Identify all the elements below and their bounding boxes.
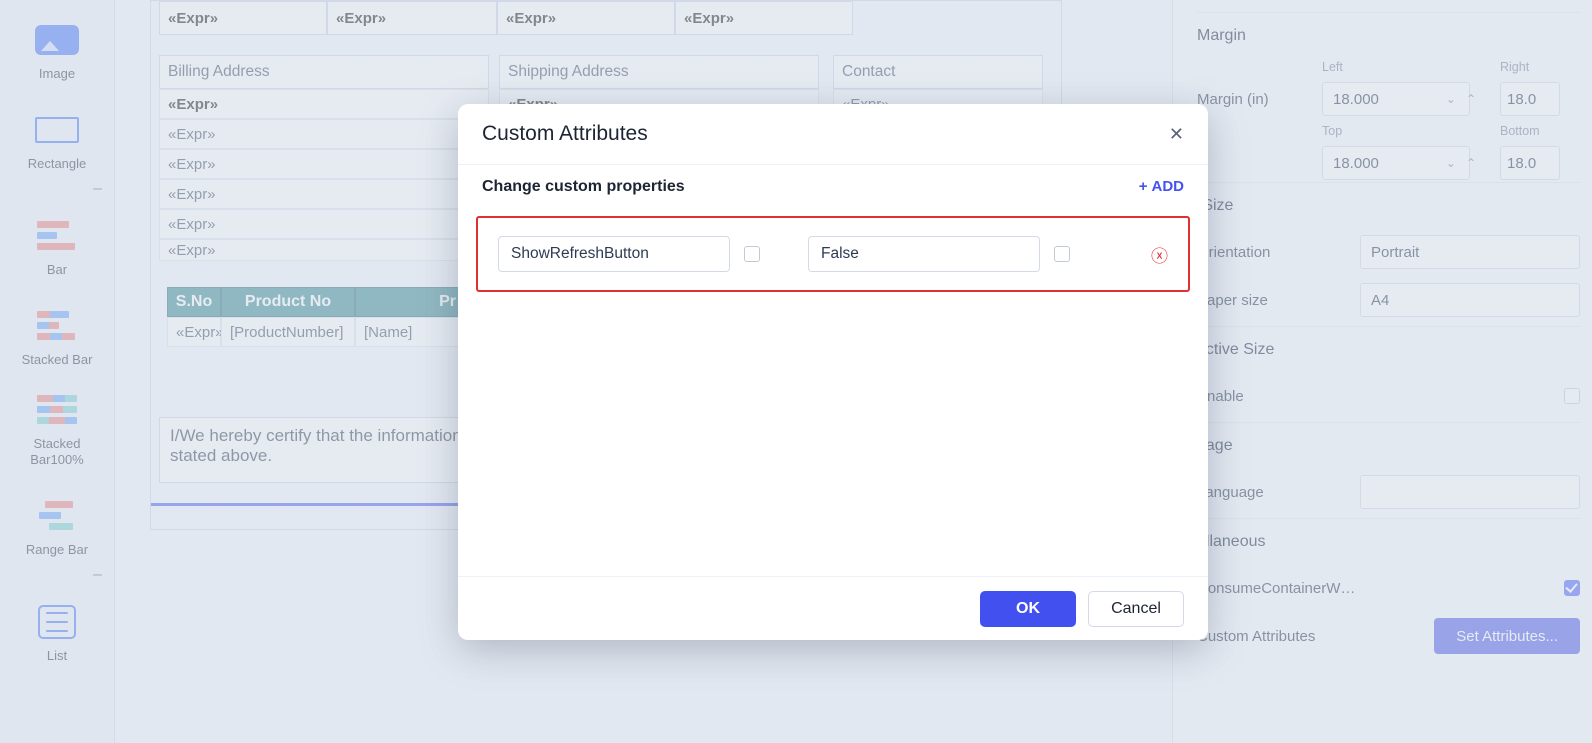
plus-icon: + (1139, 178, 1148, 195)
close-icon[interactable]: ✕ (1169, 124, 1184, 145)
attribute-row: ⓧ (476, 216, 1190, 292)
dialog-subtitle: Change custom properties (482, 178, 685, 196)
custom-attributes-dialog: Custom Attributes ✕ Change custom proper… (458, 104, 1208, 640)
attr-checkbox-1[interactable] (744, 246, 760, 262)
attr-value-input[interactable] (808, 236, 1040, 272)
delete-icon[interactable]: ⓧ (1151, 242, 1168, 267)
cancel-button[interactable]: Cancel (1088, 591, 1184, 627)
ok-button[interactable]: OK (980, 591, 1076, 627)
add-attribute-button[interactable]: + ADD (1139, 178, 1184, 195)
add-label: ADD (1152, 178, 1185, 195)
attr-key-input[interactable] (498, 236, 730, 272)
dialog-title: Custom Attributes (482, 122, 648, 146)
attr-checkbox-2[interactable] (1054, 246, 1070, 262)
